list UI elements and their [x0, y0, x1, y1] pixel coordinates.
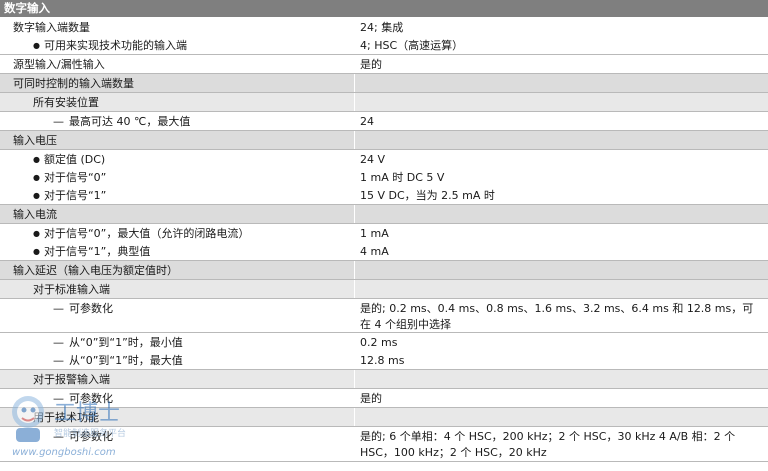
row-value: 4; HSC（高速运算）	[354, 36, 768, 54]
row-value: 15 V DC，当为 2.5 mA 时	[354, 186, 768, 204]
row-label-text: 对于标准输入端	[33, 283, 110, 296]
table-row: 对于信号“1”，典型值 4 mA	[0, 242, 768, 261]
row-value: 24 V	[354, 150, 768, 168]
row-value: 24; 集成	[354, 18, 768, 36]
table-row: 从“0”到“1”时，最大值 12.8 ms	[0, 351, 768, 370]
row-label: 对于信号“1”	[0, 186, 354, 204]
row-label: 从“0”到“1”时，最小值	[0, 333, 354, 351]
table-row: 可用来实现技术功能的输入端 4; HSC（高速运算）	[0, 36, 768, 55]
table-body: 数字输入端数量24; 集成可用来实现技术功能的输入端4; HSC（高速运算）源型…	[0, 18, 768, 462]
row-label-text: 源型输入/漏性输入	[13, 58, 105, 71]
row-label: 可参数化	[0, 427, 354, 461]
table-row: 最高可达 40 ℃，最大值 24	[0, 112, 768, 131]
row-label-text: 用于技术功能	[33, 411, 99, 424]
row-value	[354, 74, 768, 92]
table-row: 用于技术功能	[0, 408, 768, 427]
table-row: 对于信号“0” 1 mA 时 DC 5 V	[0, 168, 768, 186]
table-row: 从“0”到“1”时，最小值 0.2 ms	[0, 333, 768, 351]
row-label: 对于报警输入端	[0, 370, 354, 388]
row-label: 可参数化	[0, 299, 354, 332]
row-value	[354, 261, 768, 279]
row-label: 可参数化	[0, 389, 354, 407]
row-label: 源型输入/漏性输入	[0, 55, 354, 73]
row-label: 所有安装位置	[0, 93, 354, 111]
row-label-text: 可用来实现技术功能的输入端	[33, 39, 187, 52]
table-row: 对于标准输入端	[0, 280, 768, 299]
table-row: 对于报警输入端	[0, 370, 768, 389]
row-label: 对于信号“0”，最大值（允许的闭路电流）	[0, 224, 354, 242]
row-label-text: 数字输入端数量	[13, 21, 90, 34]
row-value: 是的; 0.2 ms、0.4 ms、0.8 ms、1.6 ms、3.2 ms、6…	[354, 299, 768, 332]
row-value	[354, 131, 768, 149]
row-label: 输入电流	[0, 205, 354, 223]
table-row: 输入电流	[0, 205, 768, 224]
row-label-text: 输入电流	[13, 208, 57, 221]
table-row: 输入电压	[0, 131, 768, 150]
row-label: 可用来实现技术功能的输入端	[0, 36, 354, 54]
row-label: 输入延迟（输入电压为额定值时）	[0, 261, 354, 279]
row-label-text: 输入延迟（输入电压为额定值时）	[13, 264, 178, 277]
row-label-text: 对于报警输入端	[33, 373, 110, 386]
table-row: 额定值 (DC) 24 V	[0, 150, 768, 168]
row-label-text: 最高可达 40 ℃，最大值	[53, 115, 190, 128]
row-label: 对于标准输入端	[0, 280, 354, 298]
row-label-text: 从“0”到“1”时，最大值	[53, 354, 183, 367]
table-row: 可参数化 是的	[0, 389, 768, 408]
row-label-text: 对于信号“0”，最大值（允许的闭路电流）	[33, 227, 249, 240]
row-label-text: 可参数化	[53, 302, 113, 315]
row-label-text: 所有安装位置	[33, 96, 99, 109]
table-row: 输入延迟（输入电压为额定值时）	[0, 261, 768, 280]
row-label: 用于技术功能	[0, 408, 354, 426]
row-value: 1 mA 时 DC 5 V	[354, 168, 768, 186]
row-label: 可同时控制的输入端数量	[0, 74, 354, 92]
row-label: 对于信号“0”	[0, 168, 354, 186]
row-value: 24	[354, 112, 768, 130]
row-label-text: 从“0”到“1”时，最小值	[53, 336, 183, 349]
row-label-text: 可同时控制的输入端数量	[13, 77, 134, 90]
row-value: 4 mA	[354, 242, 768, 260]
row-label-text: 额定值 (DC)	[33, 153, 105, 166]
row-label: 数字输入端数量	[0, 18, 354, 36]
row-label: 最高可达 40 ℃，最大值	[0, 112, 354, 130]
row-value	[354, 408, 768, 426]
row-value	[354, 280, 768, 298]
row-label-text: 输入电压	[13, 134, 57, 147]
row-value: 1 mA	[354, 224, 768, 242]
row-label-text: 对于信号“1”	[33, 189, 106, 202]
spec-table: 数字输入 数字输入端数量 24; 集成可用来实现技术功能的输入端 4; HSC（高速…	[0, 0, 768, 462]
table-row: 可同时控制的输入端数量	[0, 74, 768, 93]
row-label: 从“0”到“1”时，最大值	[0, 351, 354, 369]
table-row: 可参数化 是的; 0.2 ms、0.4 ms、0.8 ms、1.6 ms、3.2 …	[0, 299, 768, 333]
row-value	[354, 205, 768, 223]
row-label-text: 可参数化	[53, 430, 113, 443]
row-value: 0.2 ms	[354, 333, 768, 351]
row-label-text: 对于信号“0”	[33, 171, 106, 184]
table-row: 源型输入/漏性输入 是的	[0, 55, 768, 74]
row-value: 是的	[354, 55, 768, 73]
row-label: 对于信号“1”，典型值	[0, 242, 354, 260]
table-row: 数字输入端数量 24; 集成	[0, 18, 768, 36]
table-row: 可参数化 是的; 6 个单相：4 个 HSC，200 kHz；2 个 HSC，30…	[0, 427, 768, 462]
row-label-text: 可参数化	[53, 392, 113, 405]
row-value: 12.8 ms	[354, 351, 768, 369]
row-value	[354, 93, 768, 111]
row-label: 额定值 (DC)	[0, 150, 354, 168]
row-value: 是的; 6 个单相：4 个 HSC，200 kHz；2 个 HSC，30 kHz…	[354, 427, 768, 461]
table-row: 对于信号“0”，最大值（允许的闭路电流） 1 mA	[0, 224, 768, 242]
row-value	[354, 370, 768, 388]
row-label: 输入电压	[0, 131, 354, 149]
table-row: 所有安装位置	[0, 93, 768, 112]
table-header: 数字输入	[0, 0, 768, 18]
row-value: 是的	[354, 389, 768, 407]
table-row: 对于信号“1” 15 V DC，当为 2.5 mA 时	[0, 186, 768, 205]
row-label-text: 对于信号“1”，典型值	[33, 245, 150, 258]
